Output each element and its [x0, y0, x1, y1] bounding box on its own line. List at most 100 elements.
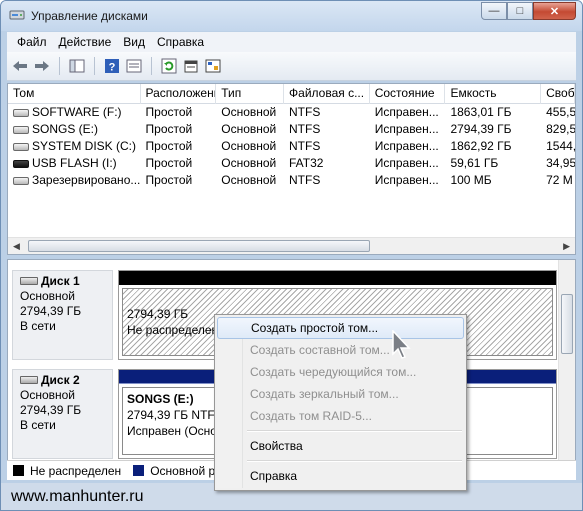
toolbar: ?: [7, 52, 576, 81]
partition-label: [127, 294, 548, 306]
volume-name: SONGS (E:): [32, 122, 99, 136]
menu-item-create-mirrored-volume: Создать зеркальный том...: [250, 387, 399, 401]
drive-icon: [13, 143, 29, 151]
refresh-icon[interactable]: [160, 57, 178, 75]
window-title: Управление дисками: [31, 9, 148, 23]
capacity-cell: 2794,39 ГБ: [450, 122, 512, 136]
console-icon[interactable]: [68, 57, 86, 75]
close-button[interactable]: ✕: [533, 2, 576, 20]
properties-icon[interactable]: [182, 57, 200, 75]
menu-action[interactable]: Действие: [53, 35, 118, 49]
context-menu: Создать простой том... Создать составной…: [214, 314, 467, 491]
table-row[interactable]: SONGS (E:) Простой Основной NTFS Исправе…: [8, 121, 575, 138]
status-cell: Исправен...: [374, 105, 439, 119]
usb-drive-icon: [13, 160, 29, 168]
free-cell: 1544,: [546, 139, 575, 153]
scroll-right-icon[interactable]: ▶: [563, 241, 570, 252]
disk-state: В сети: [20, 418, 56, 432]
column-status[interactable]: Состояние: [370, 84, 446, 104]
drive-icon: [13, 177, 29, 185]
table-row[interactable]: SYSTEM DISK (C:) Простой Основной NTFS И…: [8, 138, 575, 155]
capacity-cell: 59,61 ГБ: [450, 156, 499, 170]
volume-name: USB FLASH (I:): [32, 156, 117, 170]
column-free[interactable]: Своб: [541, 84, 575, 104]
volume-name-cell: SONGS (E:): [8, 121, 141, 138]
column-capacity[interactable]: Емкость: [445, 84, 542, 104]
drive-icon: [13, 109, 29, 117]
svg-text:?: ?: [109, 62, 116, 74]
type-cell: Основной: [221, 139, 277, 153]
column-volume[interactable]: Том: [8, 84, 141, 104]
filesystem-cell: NTFS: [289, 105, 321, 119]
volume-name-cell: USB FLASH (I:): [8, 155, 141, 172]
disk-name: Диск 1: [41, 274, 80, 288]
minimize-button[interactable]: —: [481, 2, 507, 20]
column-type[interactable]: Тип: [216, 84, 285, 104]
volume-name: SYSTEM DISK (C:): [32, 139, 137, 153]
layout-cell: Простой: [145, 105, 193, 119]
vertical-scrollbar[interactable]: [558, 260, 575, 479]
horizontal-scroll-thumb[interactable]: [28, 240, 370, 252]
column-filesystem[interactable]: Файловая с...: [284, 84, 370, 104]
disk-management-icon: [9, 10, 25, 20]
vertical-scroll-thumb[interactable]: [561, 294, 573, 354]
title-bar[interactable]: Управление дисками — □ ✕: [1, 1, 582, 31]
type-cell: Основной: [221, 105, 277, 119]
menu-separator: [247, 457, 464, 465]
disk-info[interactable]: Диск 1 Основной 2794,39 ГБ В сети: [12, 270, 113, 360]
menu-item-create-simple-volume[interactable]: Создать простой том...: [217, 317, 464, 339]
capacity-cell: 100 МБ: [450, 173, 492, 187]
back-icon[interactable]: [11, 57, 29, 75]
status-cell: Исправен...: [374, 156, 439, 170]
type-cell: Основной: [221, 156, 277, 170]
horizontal-scrollbar[interactable]: ◀ ▶: [8, 237, 575, 254]
table-row[interactable]: USB FLASH (I:) Простой Основной FAT32 Ис…: [8, 155, 575, 172]
status-cell: Исправен...: [374, 122, 439, 136]
menu-item-properties[interactable]: Свойства: [217, 435, 464, 457]
volume-list: Том Расположение Тип Файловая с... Состо…: [7, 83, 576, 255]
caption-buttons: — □ ✕: [481, 2, 576, 20]
type-cell: Основной: [221, 122, 277, 136]
layout-cell: Простой: [145, 156, 193, 170]
unallocated-bar: [119, 271, 556, 285]
status-cell: Исправен...: [374, 173, 439, 187]
free-cell: 455,5: [546, 105, 575, 119]
disk-type: Основной: [20, 388, 76, 402]
status-cell: Исправен...: [374, 139, 439, 153]
table-row[interactable]: SOFTWARE (F:) Простой Основной NTFS Испр…: [8, 104, 575, 121]
toolbar-separator: [94, 57, 95, 75]
capacity-cell: 1863,01 ГБ: [450, 105, 512, 119]
menu-view[interactable]: Вид: [117, 35, 151, 49]
maximize-button[interactable]: □: [507, 2, 533, 20]
disk-size: 2794,39 ГБ: [20, 304, 82, 318]
filesystem-cell: NTFS: [289, 139, 321, 153]
column-layout[interactable]: Расположение: [141, 84, 217, 104]
mouse-pointer-icon: [392, 330, 411, 359]
menu-file[interactable]: Файл: [11, 35, 53, 49]
disk-info[interactable]: Диск 2 Основной 2794,39 ГБ В сети: [12, 369, 113, 459]
volume-name-cell: Зарезервировано...: [8, 172, 141, 189]
volume-name-cell: SOFTWARE (F:): [8, 104, 141, 121]
disk-size: 2794,39 ГБ: [20, 403, 82, 417]
menu-bar: Файл Действие Вид Справка: [7, 32, 576, 52]
disk-title: Диск 2: [20, 373, 112, 388]
disk-icon: [20, 376, 38, 384]
filesystem-cell: FAT32: [289, 156, 324, 170]
disk-title: Диск 1: [20, 274, 112, 289]
disk-name: Диск 2: [41, 373, 80, 387]
filesystem-cell: NTFS: [289, 122, 321, 136]
volume-name-cell: SYSTEM DISK (C:): [8, 138, 141, 155]
capacity-cell: 1862,92 ГБ: [450, 139, 512, 153]
help-icon[interactable]: ?: [103, 57, 121, 75]
scroll-left-icon[interactable]: ◀: [13, 241, 20, 252]
forward-icon[interactable]: [33, 57, 51, 75]
layout-cell: Простой: [145, 173, 193, 187]
table-row[interactable]: Зарезервировано... Простой Основной NTFS…: [8, 172, 575, 189]
toolbar-separator: [59, 57, 60, 75]
volume-name: Зарезервировано...: [32, 173, 141, 187]
settings-icon[interactable]: [204, 57, 222, 75]
panel-icon[interactable]: [125, 57, 143, 75]
menu-item-help[interactable]: Справка: [217, 465, 464, 487]
menu-help[interactable]: Справка: [151, 35, 210, 49]
type-cell: Основной: [221, 173, 277, 187]
